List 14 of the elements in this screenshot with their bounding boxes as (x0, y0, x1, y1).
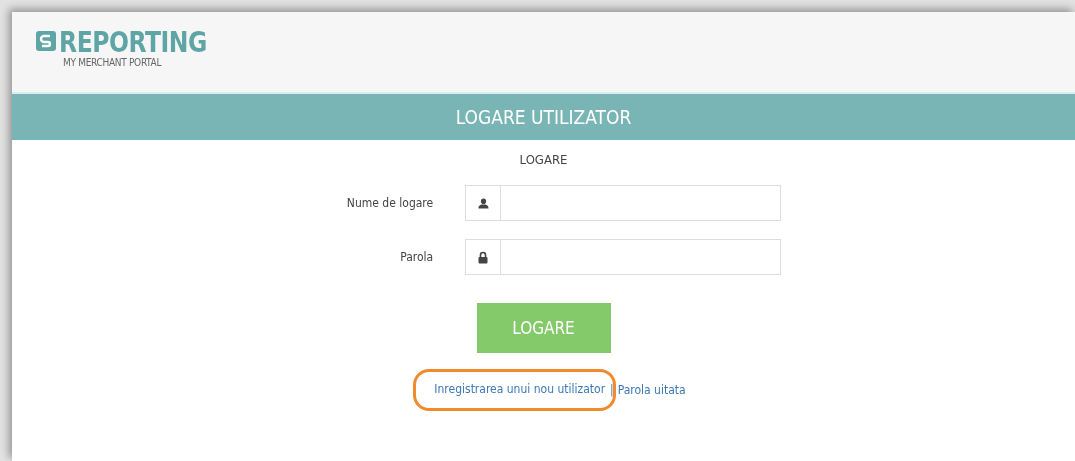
logo-title: REPORTING (59, 26, 207, 57)
lock-icon (478, 250, 489, 264)
field-label: Parola (399, 250, 434, 264)
register-link[interactable]: Inregistrarea unui nou utilizator (434, 382, 606, 396)
user-icon (477, 197, 489, 209)
password-field[interactable] (465, 239, 781, 275)
page-title: LOGARE UTILIZATOR (455, 106, 632, 128)
link-separator: | (610, 383, 614, 397)
logo-icon (36, 30, 56, 51)
field-label: Nume de logare (345, 196, 434, 210)
logo-subtitle: MY MERCHANT PORTAL (63, 56, 163, 68)
forgot-password-link[interactable]: Parola uitata (617, 383, 686, 397)
form-heading: LOGARE (519, 152, 568, 167)
username-field[interactable] (465, 185, 781, 221)
